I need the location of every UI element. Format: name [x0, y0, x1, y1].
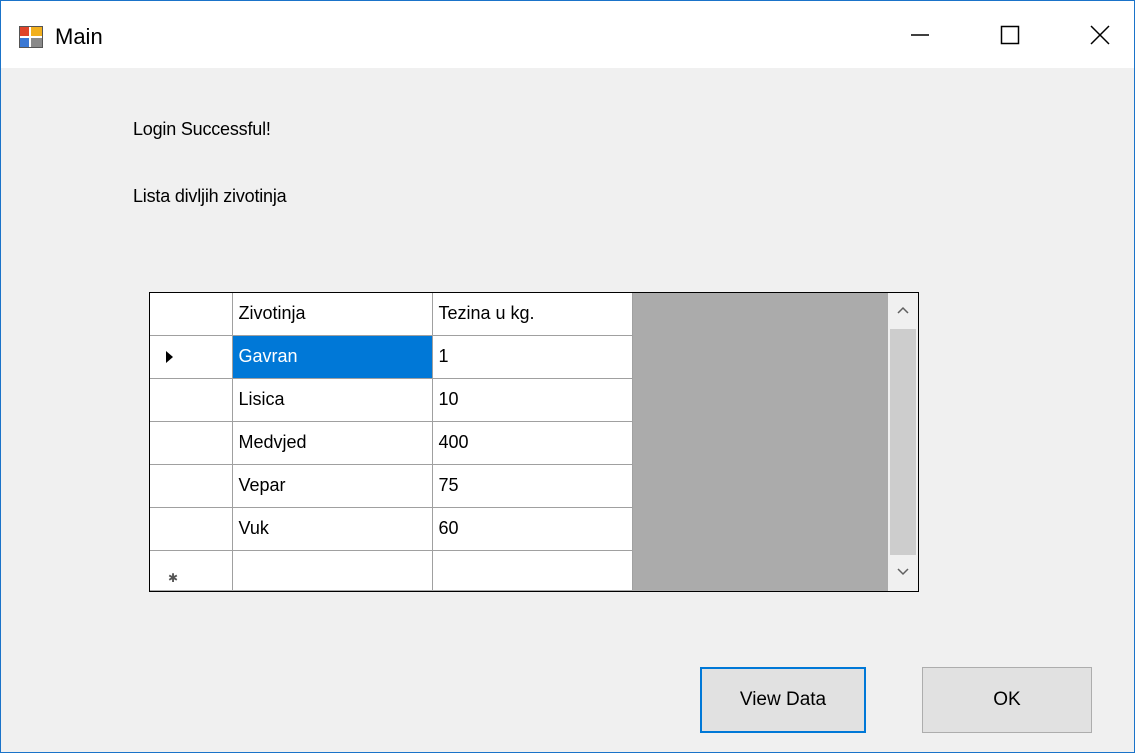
cell-weight[interactable]: 1 — [432, 335, 633, 379]
new-row[interactable]: ✱ — [150, 550, 633, 590]
cell-animal[interactable]: Vepar — [232, 464, 433, 508]
window-title: Main — [55, 24, 103, 49]
cell-animal[interactable]: Gavran — [232, 335, 433, 379]
maximize-icon — [1000, 25, 1020, 45]
maximize-button[interactable] — [964, 1, 1054, 68]
scrollbar-thumb[interactable] — [890, 329, 916, 555]
table-row[interactable]: Lisica 10 — [150, 378, 633, 422]
grid-header-row: Zivotinja Tezina u kg. — [150, 293, 633, 336]
current-row-arrow-icon — [166, 350, 173, 363]
cell-animal[interactable]: Lisica — [232, 378, 433, 422]
login-status-label: Login Successful! — [133, 119, 271, 139]
close-icon — [1090, 25, 1110, 45]
table-row[interactable]: Vuk 60 — [150, 507, 633, 551]
title-bar[interactable]: Main — [1, 1, 1134, 68]
cell-weight[interactable]: 400 — [432, 421, 633, 465]
view-data-button[interactable]: View Data — [700, 667, 866, 733]
minimize-button[interactable] — [874, 1, 964, 68]
row-header[interactable] — [150, 421, 233, 465]
form-app-icon — [19, 26, 43, 48]
cell-weight[interactable]: 60 — [432, 507, 633, 551]
cell-animal-new[interactable] — [232, 550, 433, 590]
row-header-corner[interactable] — [150, 293, 233, 336]
new-row-asterisk-icon: ✱ — [168, 570, 179, 585]
row-header[interactable] — [150, 464, 233, 508]
table-row[interactable]: Medvjed 400 — [150, 421, 633, 465]
cell-animal[interactable]: Vuk — [232, 507, 433, 551]
minimize-icon — [911, 34, 929, 36]
ok-button[interactable]: OK — [922, 667, 1092, 733]
cell-weight[interactable]: 75 — [432, 464, 633, 508]
chevron-down-icon — [897, 568, 909, 576]
table-row[interactable]: Gavran 1 — [150, 335, 633, 379]
animals-data-grid[interactable]: Zivotinja Tezina u kg. Gavran 1 Lisica 1… — [149, 292, 919, 592]
cell-weight-new[interactable] — [432, 550, 633, 590]
grid-table: Zivotinja Tezina u kg. Gavran 1 Lisica 1… — [150, 293, 633, 590]
list-title-label: Lista divljih zivotinja — [133, 186, 287, 206]
vertical-scrollbar[interactable] — [888, 293, 918, 591]
row-header[interactable] — [150, 378, 233, 422]
cell-weight[interactable]: 10 — [432, 378, 633, 422]
scroll-up-button[interactable] — [888, 293, 918, 329]
column-header-animal[interactable]: Zivotinja — [232, 293, 433, 336]
row-header[interactable] — [150, 335, 233, 379]
close-button[interactable] — [1054, 1, 1134, 68]
column-header-weight[interactable]: Tezina u kg. — [432, 293, 633, 336]
row-header[interactable] — [150, 507, 233, 551]
scroll-down-button[interactable] — [888, 555, 918, 591]
main-window: Main Login Successful! Lista divljih ziv… — [0, 0, 1135, 753]
chevron-up-icon — [897, 306, 909, 314]
row-header[interactable]: ✱ — [150, 550, 233, 590]
table-row[interactable]: Vepar 75 — [150, 464, 633, 508]
cell-animal[interactable]: Medvjed — [232, 421, 433, 465]
